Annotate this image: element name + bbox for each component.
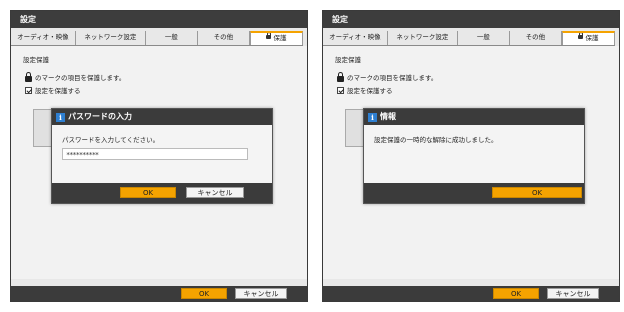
tab-protection[interactable]: 保護 — [561, 31, 616, 45]
info-icon: i — [56, 112, 65, 122]
lock-icon — [25, 71, 32, 82]
tab-protection-label: 保護 — [273, 34, 287, 42]
lock-icon — [578, 33, 584, 39]
dialog-titlebar: i 情報 — [364, 109, 584, 125]
lock-note-text: のマークの項目を保護します。 — [347, 74, 438, 82]
dialog-titlebar: i パスワードの入力 — [52, 109, 272, 125]
tab-network[interactable]: ネットワーク設定 — [75, 31, 146, 45]
tab-protection[interactable]: 保護 — [249, 31, 304, 45]
dialog-button-bar: OK キャンセル — [52, 183, 272, 203]
ok-button[interactable]: OK — [181, 288, 227, 299]
protect-checkbox[interactable] — [25, 86, 32, 94]
tab-protection-label: 保護 — [585, 34, 599, 42]
section-title: 設定保護 — [335, 56, 361, 64]
dialog-message: パスワードを入力してください。 — [62, 136, 160, 144]
lock-note: のマークの項目を保護します。 — [25, 71, 126, 82]
info-icon: i — [368, 112, 377, 122]
protect-checkbox-row[interactable]: 設定を保護する — [337, 85, 393, 95]
window-button-bar: OK キャンセル — [323, 286, 619, 301]
cancel-button[interactable]: キャンセル — [547, 288, 599, 299]
dialog-ok-button[interactable]: OK — [120, 187, 176, 198]
tab-other[interactable]: その他 — [509, 31, 562, 45]
dialog-title: パスワードの入力 — [68, 112, 132, 121]
password-input[interactable]: ********** — [62, 148, 248, 160]
window-title: 設定 — [323, 11, 619, 28]
tab-audio-video[interactable]: オーディオ・映像 — [323, 31, 388, 45]
tab-other[interactable]: その他 — [197, 31, 250, 45]
dialog-ok-button[interactable]: OK — [492, 187, 582, 198]
protect-checkbox[interactable] — [337, 86, 344, 94]
tab-general[interactable]: 一般 — [457, 31, 510, 45]
window-title: 設定 — [11, 11, 307, 28]
cancel-button[interactable]: キャンセル — [235, 288, 287, 299]
tab-bar: オーディオ・映像 ネットワーク設定 一般 その他 保護 — [11, 31, 304, 46]
lock-note-text: のマークの項目を保護します。 — [35, 74, 126, 82]
lock-note: のマークの項目を保護します。 — [337, 71, 438, 82]
dialog-button-bar: OK — [364, 183, 584, 203]
tab-network[interactable]: ネットワーク設定 — [387, 31, 458, 45]
protect-checkbox-label: 設定を保護する — [347, 87, 393, 95]
password-dialog: i パスワードの入力 パスワードを入力してください。 ********** OK… — [51, 108, 273, 204]
window-button-bar: OK キャンセル — [11, 286, 307, 301]
tab-audio-video[interactable]: オーディオ・映像 — [11, 31, 76, 45]
settings-window-password: 設定 オーディオ・映像 ネットワーク設定 一般 その他 保護 設定保護 のマーク… — [10, 10, 308, 302]
lock-icon — [337, 71, 344, 82]
dialog-message: 設定保護の一時的な解除に成功しました。 — [374, 136, 498, 144]
section-title: 設定保護 — [23, 56, 49, 64]
dialog-cancel-button[interactable]: キャンセル — [186, 187, 244, 198]
tab-bar: オーディオ・映像 ネットワーク設定 一般 その他 保護 — [323, 31, 616, 46]
protect-checkbox-row[interactable]: 設定を保護する — [25, 85, 81, 95]
settings-window-info: 設定 オーディオ・映像 ネットワーク設定 一般 その他 保護 設定保護 のマーク… — [322, 10, 620, 302]
tab-general[interactable]: 一般 — [145, 31, 198, 45]
lock-icon — [266, 33, 272, 39]
ok-button[interactable]: OK — [493, 288, 539, 299]
info-dialog: i 情報 設定保護の一時的な解除に成功しました。 OK — [363, 108, 585, 204]
dialog-title: 情報 — [380, 112, 396, 121]
protect-checkbox-label: 設定を保護する — [35, 87, 81, 95]
